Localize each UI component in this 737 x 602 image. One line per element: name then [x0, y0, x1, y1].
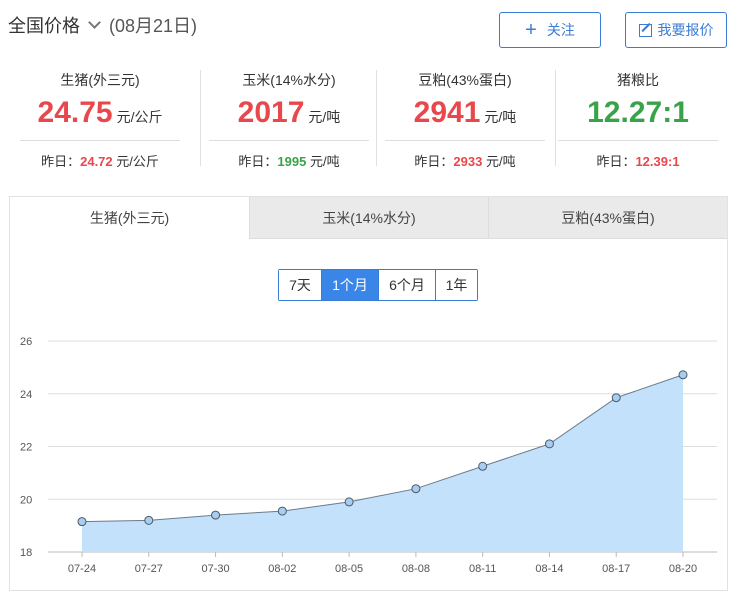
divider	[20, 140, 180, 141]
x-tick-label: 08-14	[535, 563, 563, 575]
stat-hog-grain-ratio: 猪粮比 12.27:1 昨日：12.39:1	[549, 70, 727, 170]
yesterday-value: 2933	[453, 154, 483, 169]
quote-button[interactable]: 我要报价	[625, 12, 727, 48]
stat-value: 2941 元/吨	[376, 96, 554, 132]
edit-icon	[638, 23, 652, 37]
x-tick-label: 08-20	[669, 563, 697, 575]
stat-hog: 生猪(外三元) 24.75 元/公斤 昨日：24.72 元/公斤	[11, 70, 189, 170]
plus-icon: +	[525, 19, 537, 41]
data-point	[611, 393, 621, 403]
region-label: 全国价格	[8, 16, 80, 36]
stat-unit: 元/公斤	[116, 109, 163, 125]
stat-value-number: 24.75	[37, 96, 113, 129]
price-chart: 18 20 22 24 26 07-24 07-27 07-30 08-02 08-05 08-08…	[20, 336, 717, 575]
data-point	[277, 506, 287, 516]
stat-value: 12.27:1	[549, 96, 727, 132]
stat-yesterday: 昨日：12.39:1	[549, 151, 727, 170]
stat-label: 豆粕(43%蛋白)	[418, 72, 512, 88]
data-point	[678, 370, 688, 380]
y-tick-label: 26	[20, 336, 32, 348]
data-point	[144, 515, 154, 525]
area-fill	[82, 374, 683, 552]
data-point	[478, 461, 488, 471]
y-tick-label: 20	[20, 494, 32, 506]
divider	[558, 140, 718, 141]
stat-value-number: 2017	[237, 96, 305, 129]
stat-value: 2017 元/吨	[200, 96, 378, 132]
stat-yesterday: 昨日：2933 元/吨	[376, 151, 554, 170]
quote-button-label: 我要报价	[657, 22, 714, 38]
x-tick-label: 08-05	[335, 563, 363, 575]
data-point	[211, 510, 221, 520]
stat-value-number: 2941	[413, 96, 481, 129]
chart-panel: 生猪(外三元) 玉米(14%水分) 豆粕(43%蛋白) 7天 1个月 6个月 1…	[9, 196, 728, 591]
chevron-down-icon[interactable]	[88, 15, 101, 29]
date-label: (08月21日)	[109, 16, 198, 36]
x-tick-label: 07-27	[135, 563, 163, 575]
region-selector[interactable]: 全国价格 (08月21日)	[8, 12, 197, 38]
stat-label: 猪粮比	[617, 72, 659, 88]
data-point	[411, 484, 421, 494]
stat-label: 生猪(外三元)	[60, 72, 140, 88]
data-point	[344, 497, 354, 507]
yesterday-unit: 元/吨	[309, 154, 340, 169]
y-tick-label: 18	[20, 547, 32, 559]
price-stats: 生猪(外三元) 24.75 元/公斤 昨日：24.72 元/公斤 玉米(14%水分…	[0, 62, 737, 172]
y-tick-label: 22	[20, 442, 32, 454]
y-tick-label: 24	[20, 389, 32, 401]
divider	[209, 140, 369, 141]
yesterday-prefix: 昨日：	[414, 154, 454, 169]
x-tick-label: 08-08	[402, 563, 430, 575]
data-point	[77, 517, 87, 527]
yesterday-prefix: 昨日：	[596, 154, 636, 169]
x-tick-label: 07-30	[201, 563, 229, 575]
stat-value-number: 12.27:1	[587, 96, 689, 129]
yesterday-unit: 元/公斤	[116, 154, 159, 169]
x-tick-label: 07-24	[68, 563, 96, 575]
divider	[385, 140, 545, 141]
stat-unit: 元/吨	[484, 109, 517, 125]
yesterday-value: 12.39:1	[635, 154, 680, 169]
yesterday-unit: 元/吨	[485, 154, 516, 169]
x-tick-label: 08-11	[469, 563, 496, 575]
follow-button-label: 关注	[546, 22, 575, 38]
yesterday-value: 24.72	[80, 154, 113, 169]
stat-yesterday: 昨日：24.72 元/公斤	[11, 151, 189, 170]
stat-label: 玉米(14%水分)	[242, 72, 336, 88]
stat-value: 24.75 元/公斤	[11, 96, 189, 132]
follow-button[interactable]: + 关注	[499, 12, 601, 48]
yesterday-prefix: 昨日：	[238, 154, 278, 169]
stat-soymeal: 豆粕(43%蛋白) 2941 元/吨 昨日：2933 元/吨	[376, 70, 554, 170]
data-point	[544, 439, 554, 449]
stat-corn: 玉米(14%水分) 2017 元/吨 昨日：1995 元/吨	[200, 70, 378, 170]
header: 全国价格 (08月21日) + 关注 我要报价	[0, 0, 737, 60]
yesterday-prefix: 昨日：	[41, 154, 81, 169]
yesterday-value: 1995	[277, 154, 307, 169]
stat-unit: 元/吨	[308, 109, 341, 125]
x-tick-label: 08-17	[602, 563, 630, 575]
x-tick-label: 08-02	[268, 563, 296, 575]
stat-yesterday: 昨日：1995 元/吨	[200, 151, 378, 170]
